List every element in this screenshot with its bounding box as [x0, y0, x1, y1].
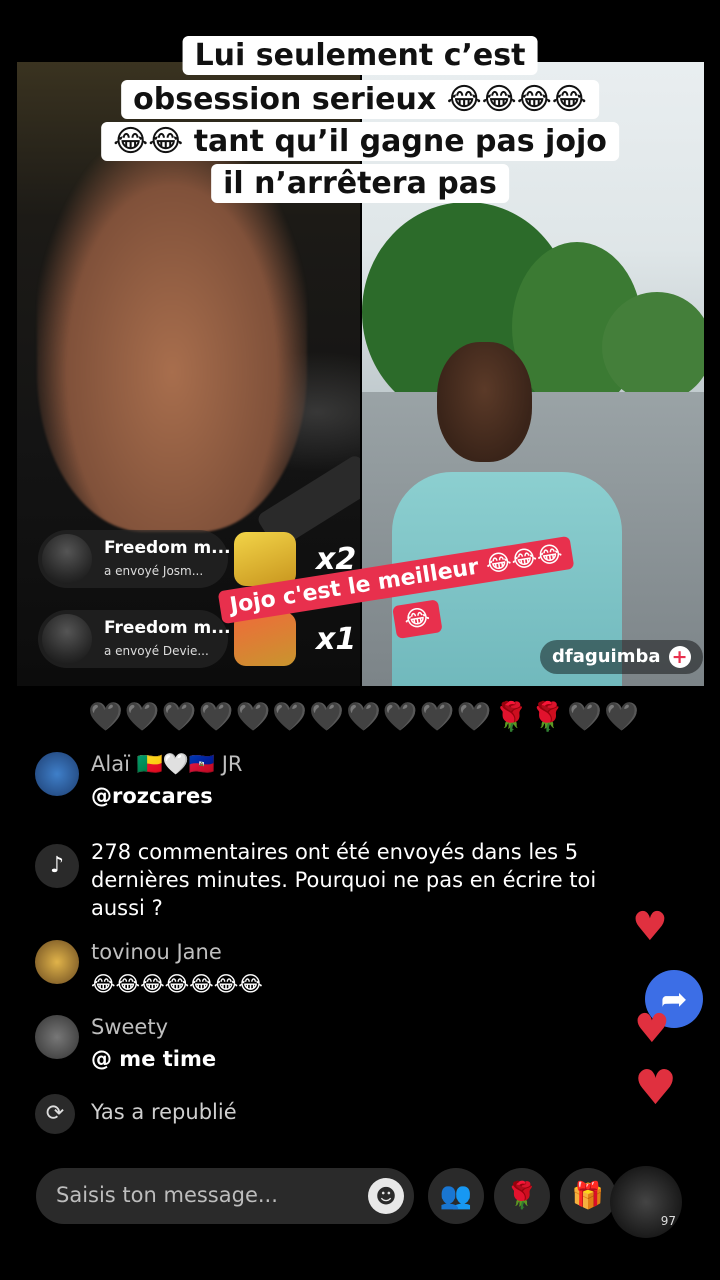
gift-sender: Freedom m... — [104, 618, 231, 638]
gift-description: a envoyé Josm... — [104, 564, 204, 578]
repost-icon: ⟳ — [35, 1094, 75, 1134]
share-button[interactable]: 97 — [610, 1166, 682, 1238]
hearts-comment: 🖤🖤🖤🖤🖤🖤🖤🖤🖤🖤🖤🌹🌹🖤🖤 — [88, 700, 641, 733]
caption-line: 😂😂 tant qu’il gagne pas jojo — [101, 122, 619, 161]
chat-text: @rozcares — [91, 784, 213, 808]
caption-line: Lui seulement c’est — [182, 36, 538, 75]
chat-username[interactable]: Alaï 🇧🇯🤍🇭🇹 JR — [91, 752, 242, 777]
avatar[interactable] — [42, 534, 92, 584]
chat-username[interactable]: tovinou Jane — [91, 940, 222, 964]
avatar[interactable] — [42, 614, 92, 664]
tiktok-icon: ♪ — [35, 844, 79, 888]
chat-text: 😂😂😂😂😂😂😂 — [91, 972, 263, 996]
emoji-icon[interactable]: ☻ — [368, 1178, 404, 1214]
chat-text: @ me time — [91, 1047, 217, 1071]
floating-heart-icon: ♥ — [634, 1006, 670, 1052]
gift-icon[interactable]: 🎁 — [560, 1168, 616, 1224]
sticker-line: 😂 — [392, 599, 443, 640]
guest-handle: dfaguimba — [552, 646, 661, 667]
people-icon[interactable]: 👥 — [428, 1168, 484, 1224]
share-count: 97 — [660, 1214, 676, 1228]
floating-heart-icon: ♥ — [632, 904, 668, 950]
system-text: 278 commentaires ont été envoyés dans le… — [91, 840, 597, 920]
guest-handle-button[interactable]: dfaguimba + — [540, 640, 703, 674]
repost-text: Yas a republié — [91, 1100, 237, 1124]
avatar[interactable] — [35, 1015, 79, 1059]
caption-line: il n’arrêtera pas — [211, 164, 509, 203]
rose-icon[interactable]: 🌹 — [494, 1168, 550, 1224]
avatar[interactable] — [35, 752, 79, 796]
caption-line: obsession serieux 😂😂😂😂 — [121, 80, 599, 119]
avatar[interactable] — [35, 940, 79, 984]
trees — [602, 292, 704, 402]
message-placeholder: Saisis ton message... — [56, 1183, 278, 1207]
gift-description: a envoyé Devie... — [104, 644, 209, 658]
floating-heart-icon: ♥ — [634, 1060, 678, 1116]
message-input[interactable]: Saisis ton message... ☻ — [36, 1168, 414, 1224]
follow-plus-icon[interactable]: + — [668, 646, 691, 668]
chat-username[interactable]: Sweety — [91, 1015, 168, 1039]
